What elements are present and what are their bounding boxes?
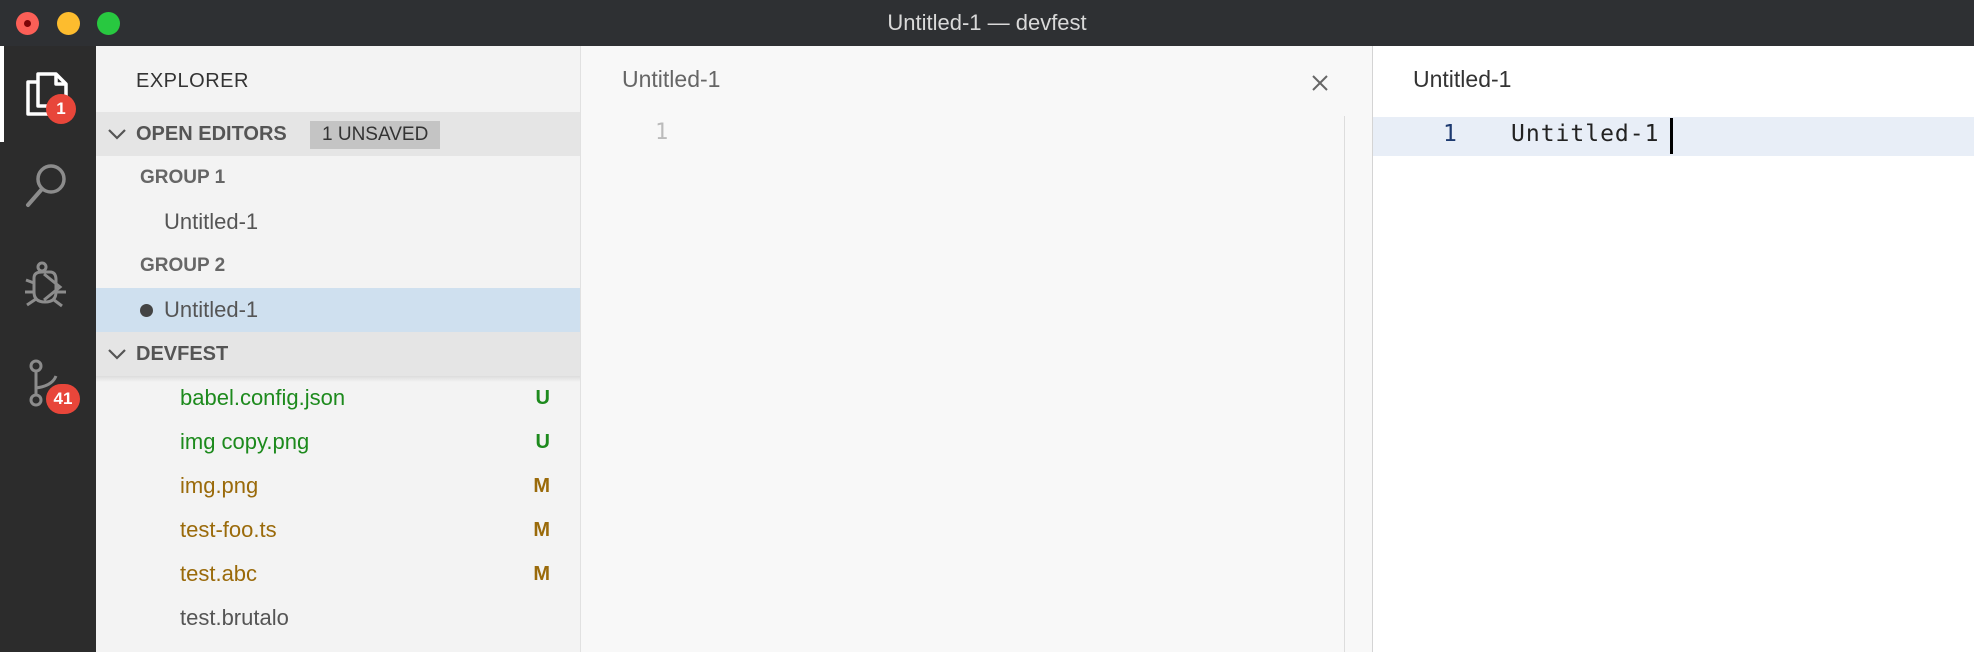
window-title: Untitled-1 — devfest xyxy=(887,10,1087,35)
activity-source-control[interactable]: 41 xyxy=(0,340,96,424)
file-name: test.abc xyxy=(180,561,258,586)
file-item[interactable]: babel.config.json U xyxy=(96,376,580,420)
devfest-header[interactable]: DEVFEST xyxy=(96,332,580,376)
editor-2-tab-title[interactable]: Untitled-1 xyxy=(1413,66,1511,93)
file-item[interactable]: test-foo.ts M xyxy=(96,508,580,552)
editor-group-2[interactable]: Untitled-1 1 Untitled-1 xyxy=(1373,46,1974,652)
file-status: M xyxy=(533,475,550,497)
close-icon[interactable] xyxy=(1309,72,1331,94)
unsaved-badge: 1 UNSAVED xyxy=(310,121,441,149)
group-1-label: GROUP 1 xyxy=(140,167,226,188)
activity-search[interactable] xyxy=(0,144,96,228)
devfest-label: DEVFEST xyxy=(136,343,229,365)
editor-group-1[interactable]: Untitled-1 1 xyxy=(581,46,1372,652)
search-icon xyxy=(26,164,66,207)
file-status: M xyxy=(533,563,550,585)
file-name: img.png xyxy=(180,473,259,498)
open-editors-label: OPEN EDITORS xyxy=(136,123,287,145)
file-status: U xyxy=(535,387,550,409)
explorer-badge: 1 xyxy=(46,94,76,124)
chevron-down-icon xyxy=(108,349,126,360)
source-control-badge: 41 xyxy=(46,384,80,414)
group-2-label: GROUP 2 xyxy=(140,255,226,276)
file-item[interactable]: test.abc M xyxy=(96,552,580,596)
group-1-header: GROUP 1 xyxy=(96,156,580,200)
sidebar-title: EXPLORER xyxy=(136,70,249,92)
group-2-header: GROUP 2 xyxy=(96,244,580,288)
debug-icon xyxy=(25,261,66,308)
file-name: test.brutalo xyxy=(180,605,289,630)
title-bar: Untitled-1 — devfest xyxy=(0,0,1974,46)
editor-ruler xyxy=(1344,116,1345,652)
file-name: test-foo.ts xyxy=(180,517,277,542)
unsaved-dot-icon[interactable] xyxy=(140,304,153,317)
open-editor-label: Untitled-1 xyxy=(164,297,259,322)
scroll-shadow xyxy=(96,376,580,382)
file-status: M xyxy=(533,519,550,541)
activity-bar: 1 41 xyxy=(0,46,96,652)
activity-explorer[interactable]: 1 xyxy=(0,46,96,142)
file-status: U xyxy=(535,431,550,453)
file-tree: .babelrc babel.config.json U img copy.pn… xyxy=(96,376,580,652)
open-editor-item[interactable]: Untitled-1 xyxy=(96,200,580,244)
code-line[interactable]: Untitled-1 xyxy=(1511,121,1659,147)
current-line-highlight xyxy=(1373,117,1974,156)
file-name: babel.config.json xyxy=(180,385,346,410)
file-item[interactable]: img.png M xyxy=(96,464,580,508)
line-number: 1 xyxy=(655,120,669,145)
line-number: 1 xyxy=(1443,121,1457,147)
open-editors-header[interactable]: OPEN EDITORS 1 UNSAVED xyxy=(96,112,580,156)
editor-1-tab-title[interactable]: Untitled-1 xyxy=(622,66,720,93)
open-editor-label: Untitled-1 xyxy=(164,209,259,234)
file-item[interactable]: test.brutalo xyxy=(96,596,580,640)
chevron-down-icon xyxy=(108,129,126,140)
activity-debug[interactable] xyxy=(0,242,96,326)
file-item[interactable]: img copy.png U xyxy=(96,420,580,464)
explorer-sidebar: EXPLORER OPEN EDITORS 1 UNSAVED GROUP 1 … xyxy=(96,46,581,652)
text-cursor xyxy=(1670,118,1673,154)
file-name: img copy.png xyxy=(180,429,310,454)
open-editor-item-selected[interactable]: Untitled-1 xyxy=(96,288,580,332)
